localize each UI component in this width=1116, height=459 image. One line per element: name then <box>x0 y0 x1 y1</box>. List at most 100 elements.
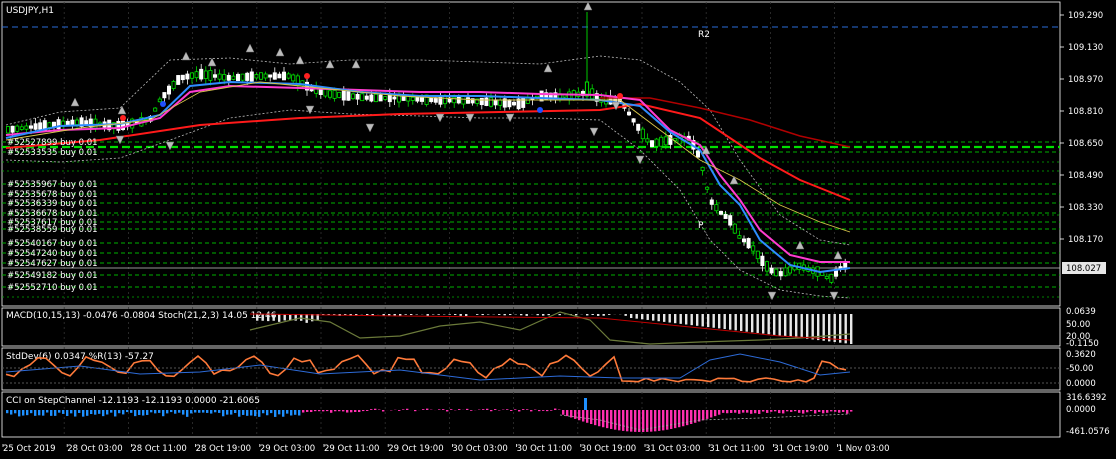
svg-text:0.3620: 0.3620 <box>1066 350 1096 360</box>
cci-bar <box>110 410 113 413</box>
candle-body <box>38 122 43 130</box>
candle-body <box>783 267 788 277</box>
cci-bar <box>326 410 329 412</box>
order-label: #52535967 buy 0.01 <box>7 180 98 190</box>
cci-bar <box>282 410 285 417</box>
stddev-title: StdDev(6) 0.0347 %R(13) -57.27 <box>6 352 154 362</box>
macd-bar <box>778 314 781 336</box>
cci-bar <box>258 410 261 417</box>
macd-bar <box>481 314 484 316</box>
cci-bar <box>78 410 81 413</box>
candle-body <box>539 90 544 102</box>
candle-body <box>755 250 760 260</box>
macd-bar <box>558 314 561 316</box>
price-badge: 108.027 <box>1062 262 1106 274</box>
cci-bar <box>218 410 221 413</box>
time-tick-label: 25 Oct 2019 <box>3 444 56 454</box>
svg-text:0.0000: 0.0000 <box>1066 379 1096 389</box>
candle-body <box>286 73 291 79</box>
order-label: #52549182 buy 0.01 <box>7 271 98 281</box>
macd-axis: 0.0639 50.00 20.00 -0.1150 <box>1066 307 1099 349</box>
cci-bar <box>846 410 849 414</box>
cci-bar <box>494 409 497 410</box>
candle-body <box>355 93 360 100</box>
macd-bar <box>437 314 440 315</box>
cci-bar <box>314 410 317 412</box>
candle-body <box>461 96 466 105</box>
cci-bar <box>750 410 753 414</box>
cci-bar <box>214 410 217 413</box>
svg-text:0.0639: 0.0639 <box>1066 307 1096 317</box>
cci-bar <box>810 410 813 412</box>
candle-body <box>153 107 158 112</box>
candle-body <box>751 245 756 252</box>
cci-bar <box>382 410 385 412</box>
candle-body <box>737 235 742 239</box>
cci-bar <box>770 410 773 412</box>
cci-bar <box>802 410 805 414</box>
cci-bar <box>18 410 21 417</box>
cci-bar <box>466 408 469 410</box>
cci-bar <box>122 410 125 415</box>
macd-bar <box>740 314 743 331</box>
candle-body <box>171 81 176 89</box>
macd-bar <box>641 314 644 320</box>
candle-body <box>465 97 470 104</box>
trading-chart[interactable]: USDJPY,H1 R2 P #52527899 buy 0.01#525335… <box>0 0 1116 459</box>
r2-label: R2 <box>698 30 710 40</box>
macd-bar <box>773 314 776 335</box>
cci-bar <box>230 410 233 415</box>
cci-bar <box>718 410 721 415</box>
cci-bar <box>298 410 301 416</box>
cci-bar <box>814 410 817 414</box>
candle-body <box>235 73 240 81</box>
macd-bar <box>509 314 512 316</box>
macd-bar <box>701 314 704 327</box>
macd-bar <box>503 314 506 316</box>
candle-body <box>212 74 217 78</box>
cci-bar <box>178 410 181 413</box>
macd-bar <box>685 314 688 325</box>
cci-bar <box>346 410 349 413</box>
cci-bar <box>610 410 613 429</box>
candle-body <box>341 90 346 101</box>
cci-bar <box>158 410 161 413</box>
cci-bar <box>190 410 193 414</box>
cci-bar <box>722 410 725 413</box>
time-tick-label: 28 Oct 19:00 <box>196 444 251 454</box>
macd-bar <box>256 314 259 321</box>
cci-bar <box>506 409 509 410</box>
price-tick-label: 108.490 <box>1068 171 1103 181</box>
macd-bar <box>762 314 765 334</box>
candle-body <box>350 93 355 100</box>
macd-bar <box>454 314 457 316</box>
cci-bar <box>10 410 13 415</box>
candle-body <box>180 74 185 81</box>
macd-bar <box>333 314 336 315</box>
macd-bar <box>646 314 649 320</box>
candle-body <box>728 215 733 226</box>
candle-body <box>645 138 650 143</box>
cci-bar <box>614 410 617 430</box>
cci-bar <box>146 410 149 415</box>
candle-body <box>245 72 250 81</box>
macd-bar <box>679 314 682 324</box>
signal-dot <box>160 101 166 107</box>
cci-bar <box>490 410 493 412</box>
cci-bar <box>62 410 65 414</box>
time-tick-label: 31 Oct 11:00 <box>709 444 764 454</box>
candle-body <box>765 261 770 272</box>
cci-bar <box>302 410 305 413</box>
macd-bar <box>465 314 468 316</box>
cci-bar <box>818 410 821 412</box>
cci-bar <box>626 410 629 432</box>
macd-bar <box>789 314 792 337</box>
macd-bar <box>393 314 396 316</box>
cci-bar <box>662 410 665 431</box>
macd-bar <box>751 314 754 333</box>
macd-bar <box>261 314 264 321</box>
cci-bar <box>202 410 205 413</box>
candle-body <box>332 90 337 99</box>
candle-body <box>650 140 655 147</box>
svg-text:50.00: 50.00 <box>1066 320 1090 330</box>
